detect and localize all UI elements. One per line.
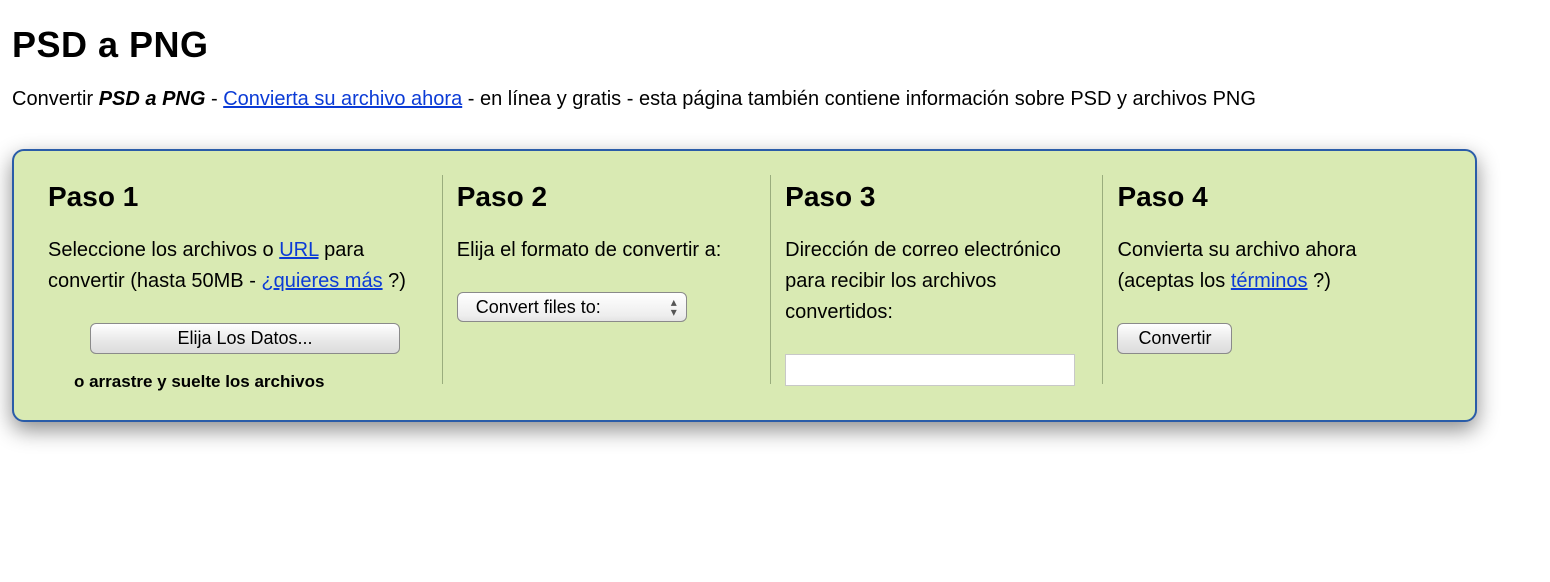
- steps-panel: Paso 1 Seleccione los archivos o URL par…: [12, 149, 1477, 422]
- email-input[interactable]: [785, 354, 1075, 386]
- step-3: Paso 3 Dirección de correo electrónico p…: [770, 169, 1102, 392]
- subtitle-format: PSD a PNG: [99, 88, 206, 110]
- step-4: Paso 4 Convierta su archivo ahora (acept…: [1102, 169, 1457, 392]
- step-2: Paso 2 Elija el formato de convertir a: …: [442, 169, 770, 392]
- step-4-title: Paso 4: [1117, 181, 1433, 213]
- convert-now-link[interactable]: Convierta su archivo ahora: [223, 88, 462, 110]
- step-1-title: Paso 1: [48, 181, 418, 213]
- page-subtitle: Convertir PSD a PNG - Convierta su archi…: [12, 88, 1538, 111]
- step-1: Paso 1 Seleccione los archivos o URL par…: [34, 169, 442, 392]
- drag-drop-note: o arrastre y suelte los archivos: [74, 372, 418, 392]
- chevron-updown-icon: ▴▾: [671, 297, 676, 317]
- step-3-desc: Dirección de correo electrónico para rec…: [785, 235, 1078, 328]
- step-2-title: Paso 2: [457, 181, 746, 213]
- subtitle-post: - en línea y gratis - esta página tambié…: [462, 88, 1256, 110]
- want-more-link[interactable]: ¿quieres más: [261, 270, 382, 292]
- url-link[interactable]: URL: [279, 239, 318, 261]
- step-2-desc: Elija el formato de convertir a:: [457, 235, 746, 266]
- step-4-desc: Convierta su archivo ahora (aceptas los …: [1117, 235, 1433, 297]
- page-title: PSD a PNG: [12, 24, 1538, 66]
- format-select[interactable]: Convert files to: ▴▾: [457, 292, 687, 322]
- step-1-desc: Seleccione los archivos o URL para conve…: [48, 235, 418, 297]
- step-4-desc-post: ?): [1308, 270, 1331, 292]
- step-3-title: Paso 3: [785, 181, 1078, 213]
- choose-file-button[interactable]: Elija Los Datos...: [90, 323, 400, 354]
- step-1-desc-pre: Seleccione los archivos o: [48, 239, 279, 261]
- step-1-desc-post: ?): [383, 270, 406, 292]
- terms-link[interactable]: términos: [1231, 270, 1308, 292]
- convert-button[interactable]: Convertir: [1117, 323, 1232, 354]
- subtitle-sep1: -: [205, 88, 223, 110]
- format-select-label: Convert files to:: [476, 297, 601, 318]
- subtitle-pre: Convertir: [12, 88, 99, 110]
